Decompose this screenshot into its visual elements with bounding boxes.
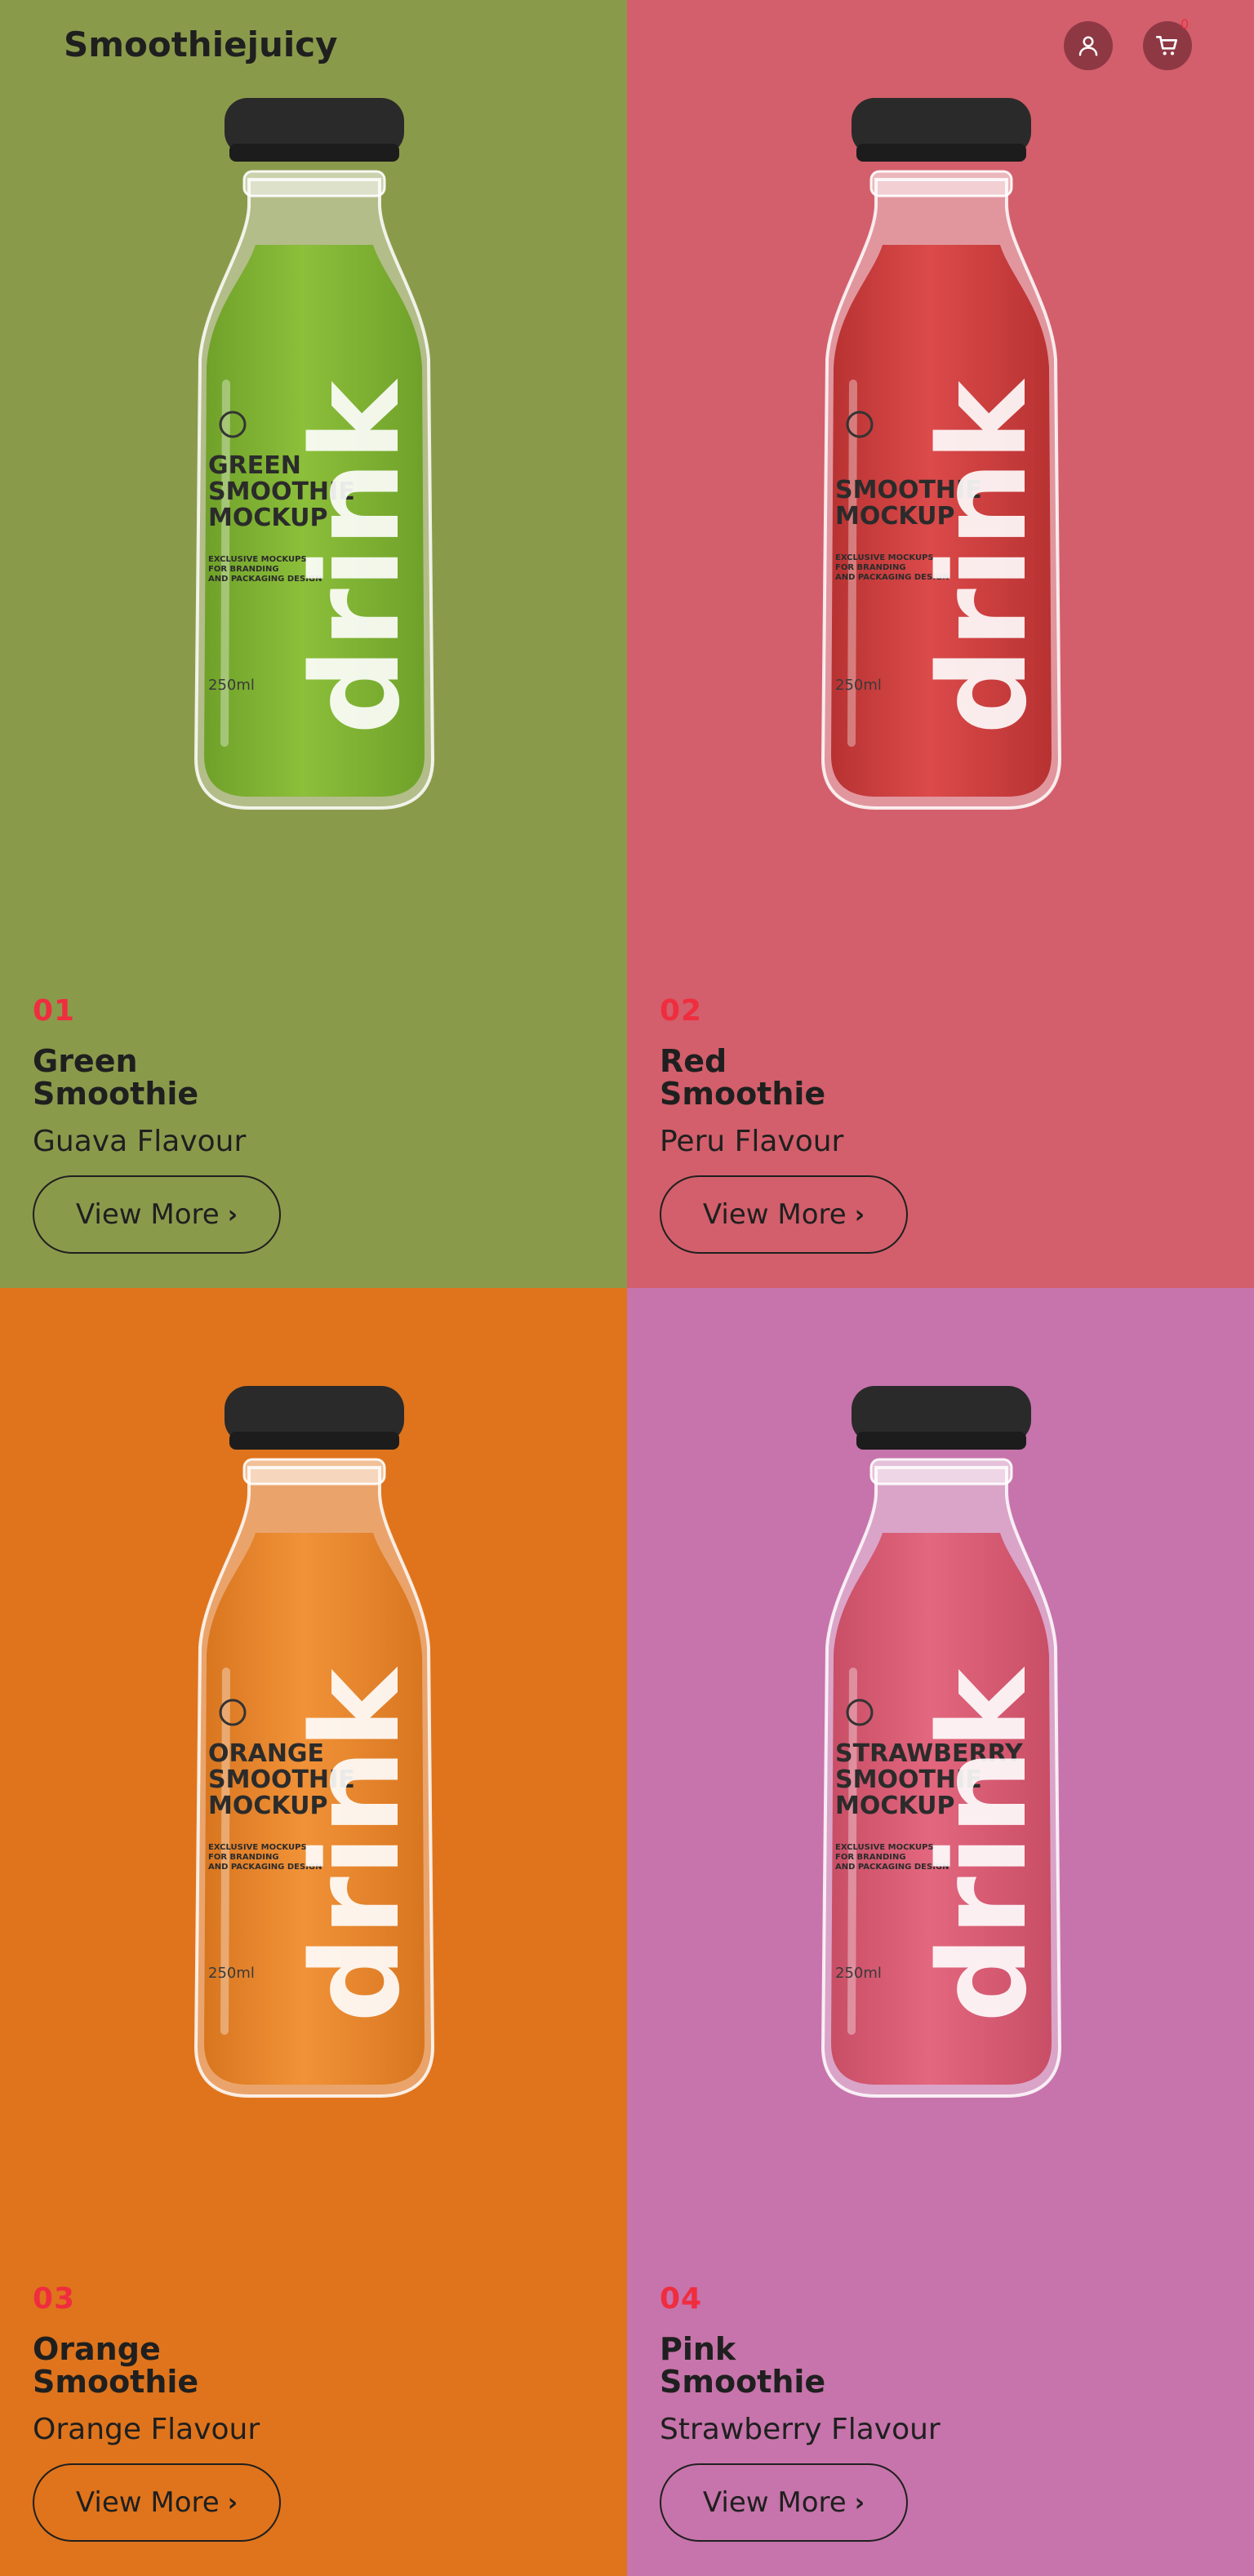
bottle-cap-rim — [856, 144, 1026, 162]
chevron-right-icon: › — [227, 2488, 238, 2517]
view-more-label: View More — [702, 2486, 847, 2519]
bottle-neck — [869, 170, 1013, 198]
view-more-button[interactable]: View More › — [660, 2463, 908, 2542]
product-name-line2: Smoothie — [33, 1076, 199, 1112]
account-button[interactable] — [1064, 21, 1113, 70]
view-more-button[interactable]: View More › — [33, 1175, 281, 1254]
bottle-neck — [242, 1458, 386, 1486]
cart-icon — [1156, 36, 1177, 56]
product-name: Orange Smoothie — [33, 2333, 198, 2398]
cart-count-badge: 0 — [1181, 16, 1190, 32]
product-card-green: GREEN SMOOTHIE MOCKUP EXCLUSIVE MOCKUPS FOR … — [0, 0, 627, 1288]
bottle-neck — [242, 170, 386, 198]
top-bar: Smoothiejuicy 0 — [0, 0, 1254, 90]
bottle-volume: 250ml — [208, 677, 255, 694]
bottle-drink-text: drink — [913, 378, 1053, 735]
product-name-line2: Smoothie — [660, 2364, 826, 2400]
bottle-illustration: STRAWBERRYSMOOTHIEMOCKUPEXCLUSIVE MOCKUP… — [820, 1386, 1062, 2098]
product-name: Red Smoothie — [660, 1045, 825, 1110]
bottle-cap-rim — [229, 144, 399, 162]
view-more-label: View More — [75, 2486, 220, 2519]
chevron-right-icon: › — [854, 2488, 865, 2517]
product-name-line1: Pink — [660, 2331, 736, 2367]
bottle-image: SMOOTHIE MOCKUP EXCLUSIVE MOCKUPS FOR BRAND… — [803, 90, 1080, 824]
bottle-cap-rim — [856, 1432, 1026, 1450]
product-card-red: SMOOTHIE MOCKUP EXCLUSIVE MOCKUPS FOR BRAND… — [627, 0, 1254, 1288]
product-flavour: Orange Flavour — [33, 2413, 260, 2446]
chevron-right-icon: › — [227, 1200, 238, 1229]
product-name: Pink Smoothie — [660, 2333, 825, 2398]
view-more-button[interactable]: View More › — [33, 2463, 281, 2542]
bottle-volume: 250ml — [208, 1965, 255, 1982]
product-number: 04 — [660, 2282, 703, 2316]
chevron-right-icon: › — [854, 1200, 865, 1229]
bottle-illustration: ORANGESMOOTHIEMOCKUPEXCLUSIVE MOCKUPSFOR… — [193, 1386, 435, 2098]
bottle-label-small: FOR BRANDING — [835, 563, 906, 572]
bottle-illustration: SMOOTHIEMOCKUPEXCLUSIVE MOCKUPSFOR BRAND… — [820, 98, 1062, 810]
product-name-line1: Green — [33, 1043, 138, 1079]
product-grid: GREEN SMOOTHIE MOCKUP EXCLUSIVE MOCKUPS FOR … — [0, 0, 1254, 2576]
view-more-label: View More — [75, 1198, 220, 1231]
bottle-cap-rim — [229, 1432, 399, 1450]
product-number: 03 — [33, 2282, 76, 2316]
product-name-line2: Smoothie — [33, 2364, 199, 2400]
product-name-line1: Orange — [33, 2331, 161, 2367]
user-icon — [1078, 36, 1098, 56]
product-name-line2: Smoothie — [660, 1076, 826, 1112]
bottle-illustration: GREENSMOOTHIEMOCKUPEXCLUSIVE MOCKUPSFOR … — [193, 98, 435, 810]
bottle-label-small: FOR BRANDING — [835, 1853, 906, 1862]
bottle-neck — [869, 1458, 1013, 1486]
product-number: 01 — [33, 994, 76, 1028]
product-card-orange: ORANGE SMOOTHIE MOCKUP EXCLUSIVE MOCKUPS FOR… — [0, 1288, 627, 2576]
view-more-button[interactable]: View More › — [660, 1175, 908, 1254]
bottle-drink-text: drink — [286, 1666, 426, 2023]
bottle-drink-text: drink — [286, 378, 426, 735]
product-name-line1: Red — [660, 1043, 727, 1079]
bottle-image: GREEN SMOOTHIE MOCKUP EXCLUSIVE MOCKUPS FOR … — [176, 90, 453, 824]
product-flavour: Strawberry Flavour — [660, 2413, 940, 2446]
bottle-image: STRAWBERRY SMOOTHIE MOCKUP EXCLUSIVE MOCKUP… — [803, 1378, 1080, 2112]
product-flavour: Guava Flavour — [33, 1125, 247, 1158]
product-name: Green Smoothie — [33, 1045, 198, 1110]
bottle-image: ORANGE SMOOTHIE MOCKUP EXCLUSIVE MOCKUPS FOR… — [176, 1378, 453, 2112]
product-card-pink: STRAWBERRY SMOOTHIE MOCKUP EXCLUSIVE MOCKUP… — [627, 1288, 1254, 2576]
product-number: 02 — [660, 994, 703, 1028]
bottle-volume: 250ml — [835, 1965, 882, 1982]
bottle-drink-text: drink — [913, 1666, 1053, 2023]
bottle-volume: 250ml — [835, 677, 882, 694]
product-flavour: Peru Flavour — [660, 1125, 844, 1158]
bottle-label-small: FOR BRANDING — [208, 565, 279, 574]
bottle-label-small: FOR BRANDING — [208, 1853, 279, 1862]
brand-logo[interactable]: Smoothiejuicy — [64, 24, 338, 64]
view-more-label: View More — [702, 1198, 847, 1231]
